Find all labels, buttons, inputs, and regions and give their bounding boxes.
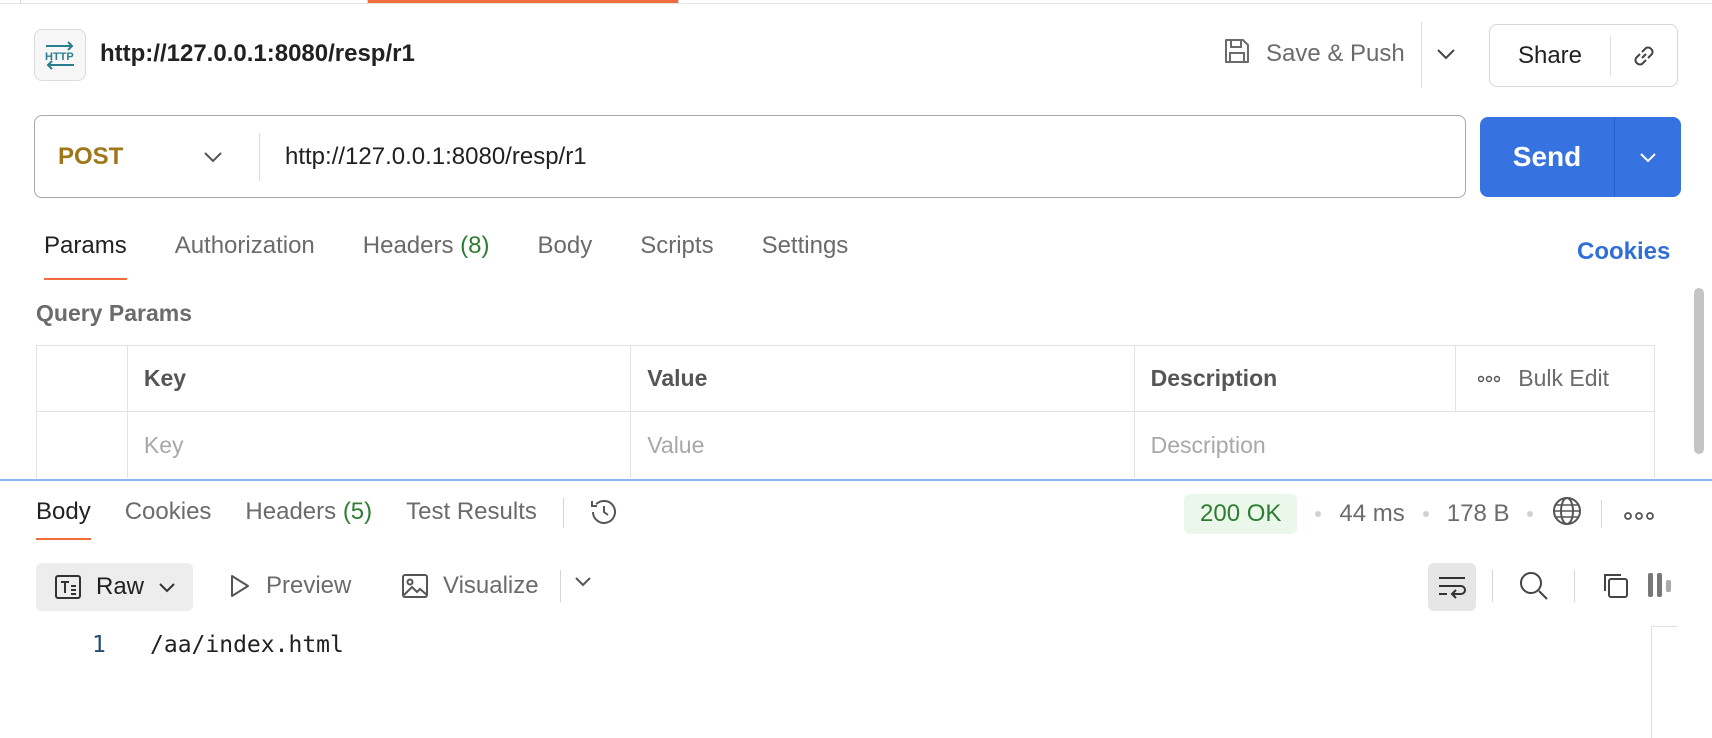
scrollbar[interactable] xyxy=(1694,288,1704,454)
request-title[interactable]: http://127.0.0.1:8080/resp/r1 xyxy=(100,40,415,68)
separator-dot xyxy=(1422,511,1429,517)
play-icon xyxy=(231,575,249,597)
method-label: POST xyxy=(58,142,124,170)
tab-headers[interactable]: Headers (8) xyxy=(363,232,490,280)
request-header: HTTP http://127.0.0.1:8080/resp/r1 Save … xyxy=(0,4,1712,104)
svg-text:HTTP: HTTP xyxy=(45,51,74,63)
checkbox-column-header xyxy=(37,346,128,411)
cookies-link[interactable]: Cookies xyxy=(1577,238,1670,266)
visualize-button[interactable]: Visualize xyxy=(401,572,539,600)
tab-authorization[interactable]: Authorization xyxy=(175,232,315,280)
bulk-edit-link[interactable]: Bulk Edit xyxy=(1518,365,1609,392)
http-icon: HTTP xyxy=(34,29,86,81)
url-bar: POST http://127.0.0.1:8080/resp/r1 xyxy=(34,115,1466,198)
divider xyxy=(1421,22,1422,88)
response-headers-count: (5) xyxy=(342,498,373,525)
history-icon[interactable] xyxy=(588,496,620,535)
preview-button[interactable]: Preview xyxy=(228,572,351,600)
share-group: Share xyxy=(1489,24,1678,87)
separator-dot xyxy=(1315,511,1322,517)
minimap-border xyxy=(1651,626,1677,627)
separator-dot xyxy=(1527,511,1534,517)
key-input[interactable]: Key xyxy=(128,412,632,478)
preview-label: Preview xyxy=(266,572,352,599)
visualize-options-chevron-down-icon[interactable] xyxy=(574,574,592,592)
send-button[interactable]: Send xyxy=(1480,141,1614,173)
description-input[interactable]: Description xyxy=(1135,412,1654,478)
line-number: 1 xyxy=(92,632,106,658)
format-select-raw[interactable]: Raw xyxy=(36,563,193,611)
raw-label: Raw xyxy=(96,573,145,600)
response-tab-headers[interactable]: Headers (5) xyxy=(245,498,372,540)
value-input[interactable]: Value xyxy=(631,412,1135,478)
tab-scripts[interactable]: Scripts xyxy=(640,232,713,280)
table-row: Key Value Description xyxy=(37,412,1654,478)
response-tab-test-results[interactable]: Test Results xyxy=(406,498,537,540)
divider xyxy=(560,570,561,602)
tab-params[interactable]: Params xyxy=(44,232,127,280)
tab-settings[interactable]: Settings xyxy=(762,232,849,280)
response-tab-body[interactable]: Body xyxy=(36,498,91,540)
copy-icon[interactable] xyxy=(1600,570,1630,605)
more-options-icon[interactable] xyxy=(1478,375,1501,383)
request-tabs: Params Authorization Headers (8) Body Sc… xyxy=(44,232,896,280)
divider xyxy=(1492,570,1493,602)
chevron-down-icon xyxy=(159,582,175,592)
url-input[interactable]: http://127.0.0.1:8080/resp/r1 xyxy=(260,143,1465,171)
chevron-down-icon xyxy=(204,151,222,162)
response-tab-cookies[interactable]: Cookies xyxy=(125,498,212,540)
divider xyxy=(1574,570,1575,602)
visualize-label: Visualize xyxy=(443,572,539,599)
response-size[interactable]: 178 B xyxy=(1447,500,1510,528)
bulk-edit-area: Bulk Edit xyxy=(1456,346,1654,411)
save-push-label: Save & Push xyxy=(1266,40,1405,67)
query-params-title: Query Params xyxy=(36,300,192,326)
save-push-button[interactable]: Save & Push xyxy=(1222,34,1405,74)
minimap-border xyxy=(1651,626,1652,738)
response-status-bar: 200 OK 44 ms 178 B xyxy=(1184,494,1655,534)
response-body-editor[interactable]: 1 /aa/index.html xyxy=(0,628,1652,738)
tab-body[interactable]: Body xyxy=(538,232,593,280)
panel-toggle-icon[interactable] xyxy=(1646,570,1680,605)
image-icon xyxy=(402,574,428,598)
more-options-icon[interactable] xyxy=(1624,500,1655,528)
column-header-description: Description xyxy=(1135,346,1457,411)
save-options-chevron-down-icon[interactable] xyxy=(1432,40,1460,68)
divider xyxy=(1601,500,1603,528)
text-format-icon xyxy=(55,575,81,599)
search-icon[interactable] xyxy=(1518,570,1550,607)
table-header-row: Key Value Description Bulk Edit xyxy=(37,346,1654,412)
save-icon xyxy=(1222,36,1252,73)
status-badge[interactable]: 200 OK xyxy=(1184,494,1298,534)
column-header-value: Value xyxy=(631,346,1135,411)
wrap-lines-icon[interactable] xyxy=(1428,563,1476,611)
send-group: Send xyxy=(1480,117,1681,197)
pane-splitter[interactable] xyxy=(0,479,1712,481)
row-checkbox-cell xyxy=(37,412,128,478)
method-select[interactable]: POST xyxy=(35,116,259,197)
column-header-key: Key xyxy=(128,346,632,411)
send-options-chevron-down-icon[interactable] xyxy=(1615,152,1681,163)
globe-icon[interactable] xyxy=(1551,495,1583,534)
response-tabs: Body Cookies Headers (5) Test Results xyxy=(36,498,620,546)
copy-link-icon[interactable] xyxy=(1611,41,1677,71)
headers-count: (8) xyxy=(460,232,490,259)
divider xyxy=(562,498,564,528)
query-params-table: Key Value Description Bulk Edit Key Valu… xyxy=(36,345,1655,478)
response-time[interactable]: 44 ms xyxy=(1339,500,1404,528)
code-line: /aa/index.html xyxy=(150,632,344,658)
share-button[interactable]: Share xyxy=(1490,42,1610,70)
